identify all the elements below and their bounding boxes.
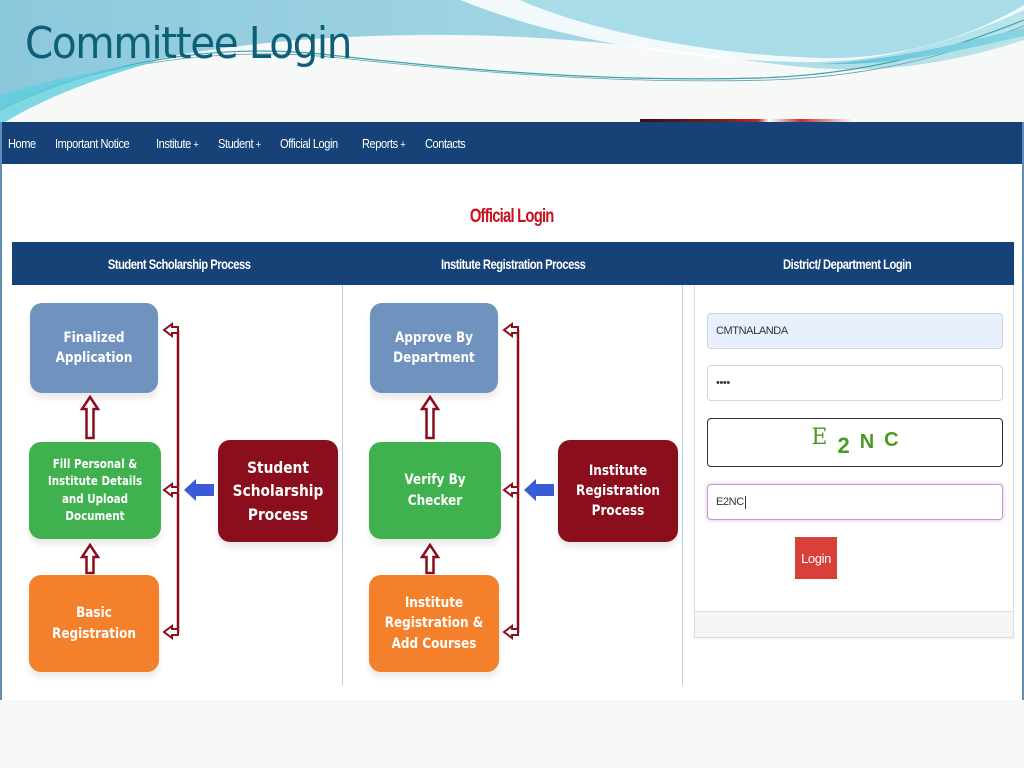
nav-item-important-notice[interactable]: Important Notice — [55, 136, 130, 151]
up-arrow-icon — [79, 394, 101, 440]
up-arrow-icon — [79, 542, 101, 575]
section-tab-bar: Student Scholarship Process Institute Re… — [12, 242, 1014, 285]
nav-item-official-login[interactable]: Official Login — [280, 136, 338, 151]
blue-pointer-arrow-icon — [184, 479, 214, 501]
left-arrow-icon — [162, 322, 179, 338]
left-arrow-icon — [162, 624, 179, 640]
captcha-input[interactable]: E2NC — [707, 484, 1003, 520]
main-navbar: Home Important Notice Institute + Student + Of… — [2, 122, 1022, 164]
tab-student-scholarship-process[interactable]: Student Scholarship Process — [12, 242, 346, 285]
website-screenshot: Home Important Notice Institute + Student + Of… — [0, 122, 1024, 700]
step-verify-by-checker: Verify By Checker — [369, 442, 501, 539]
submenu-plus-icon: + — [193, 138, 199, 151]
nav-item-contacts[interactable]: Contacts — [425, 136, 466, 151]
slide-title: Committee Login — [25, 18, 352, 69]
up-arrow-icon — [419, 394, 441, 440]
tab-institute-registration-process[interactable]: Institute Registration Process — [346, 242, 680, 285]
process-student-scholarship: Student Scholarship Process — [218, 440, 338, 542]
left-arrow-icon — [162, 482, 179, 498]
left-arrow-icon — [502, 624, 519, 640]
login-button[interactable]: Login — [795, 537, 837, 579]
nav-item-reports[interactable]: Reports + — [362, 136, 406, 151]
nav-item-student[interactable]: Student + — [218, 136, 261, 151]
nav-item-institute[interactable]: Institute + — [156, 136, 199, 151]
submenu-plus-icon: + — [255, 138, 261, 151]
submenu-plus-icon: + — [400, 138, 406, 151]
step-approve-by-department: Approve By Department — [370, 303, 498, 393]
slide-bottom-background — [0, 700, 1024, 768]
nav-item-home[interactable]: Home — [8, 136, 36, 151]
text-cursor — [744, 495, 746, 509]
institute-registration-flowchart: Approve By Department Verify By Checker … — [352, 285, 692, 685]
tab-district-department-login[interactable]: District/ Department Login — [680, 242, 1014, 285]
captcha-image: E 2 N C — [707, 418, 1003, 467]
login-panel-footer — [695, 611, 1013, 637]
step-finalized-application: Finalized Application — [30, 303, 158, 393]
district-department-login-panel: CMTNALANDA •••• E 2 N C E2NC Login — [694, 285, 1014, 638]
process-institute-registration: Institute Registration Process — [558, 440, 678, 542]
step-basic-registration: Basic Registration — [29, 575, 159, 672]
blue-pointer-arrow-icon — [524, 479, 554, 501]
left-arrow-icon — [502, 322, 519, 338]
step-institute-registration-add-courses: Institute Registration & Add Courses — [369, 575, 499, 672]
up-arrow-icon — [419, 542, 441, 575]
left-arrow-icon — [502, 482, 519, 498]
page-heading: Official Login — [470, 206, 555, 227]
student-scholarship-flowchart: Finalized Application Fill Personal & In… — [12, 285, 352, 685]
username-input[interactable]: CMTNALANDA — [707, 313, 1003, 349]
password-input[interactable]: •••• — [707, 365, 1003, 401]
step-fill-personal-details: Fill Personal & Institute Details and Up… — [29, 442, 161, 539]
